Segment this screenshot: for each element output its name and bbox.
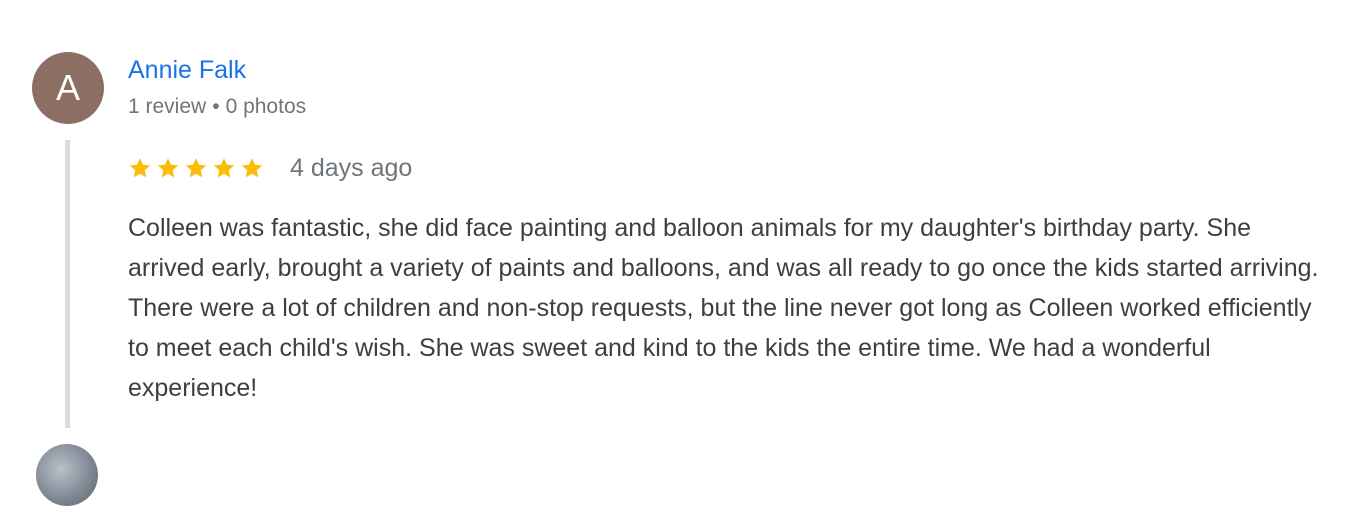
author-name-link[interactable]: Annie Falk <box>128 56 246 85</box>
star-icon <box>129 158 151 178</box>
review-count: 1 review <box>128 95 207 118</box>
review-text: Colleen was fantastic, she did face pain… <box>128 214 1319 402</box>
star-icon <box>185 158 207 178</box>
star-icon <box>157 158 179 178</box>
author-avatar[interactable]: A <box>32 52 104 124</box>
rating-row: 4 days ago <box>128 152 412 184</box>
star-rating <box>128 156 268 180</box>
star-icon <box>213 158 235 178</box>
star-icon <box>241 158 263 178</box>
review-card: A Annie Falk 1 review • 0 photos 4 days ag… <box>0 0 1348 506</box>
author-meta: 1 review • 0 photos <box>128 95 306 119</box>
meta-separator: • <box>212 95 220 118</box>
review-date: 4 days ago <box>290 153 413 182</box>
next-reviewer-avatar[interactable] <box>36 444 98 506</box>
photo-count: 0 photos <box>225 95 307 118</box>
thread-divider <box>65 140 70 428</box>
